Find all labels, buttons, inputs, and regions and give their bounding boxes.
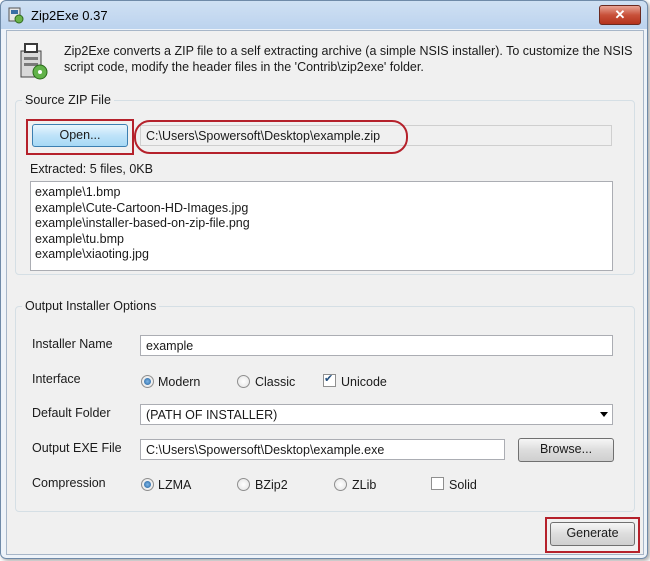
title-bar[interactable]: Zip2Exe 0.37 ✕ (1, 1, 647, 31)
compression-lzma-label[interactable]: LZMA (158, 478, 191, 492)
generate-button[interactable]: Generate (550, 522, 635, 546)
compression-zlib-label[interactable]: ZLib (352, 478, 376, 492)
source-zip-legend: Source ZIP File (25, 93, 111, 107)
interface-modern-radio[interactable] (141, 375, 154, 388)
compression-zlib-radio[interactable] (334, 478, 347, 491)
output-exe-field[interactable]: C:\Users\Spowersoft\Desktop\example.exe (140, 439, 505, 460)
interface-classic-label[interactable]: Classic (255, 375, 295, 389)
output-options-legend: Output Installer Options (25, 299, 157, 313)
list-item[interactable]: example\xiaoting.jpg (35, 247, 608, 263)
interface-classic-radio[interactable] (237, 375, 250, 388)
default-folder-value: (PATH OF INSTALLER) (146, 408, 278, 422)
output-exe-label: Output EXE File (32, 441, 122, 455)
interface-label: Interface (32, 372, 81, 386)
app-window: Zip2Exe 0.37 ✕ Zip2Exe converts a ZIP fi… (0, 0, 648, 559)
installer-name-field[interactable]: example (140, 335, 613, 356)
solid-label[interactable]: Solid (449, 478, 477, 492)
compression-lzma-radio[interactable] (141, 478, 154, 491)
list-item[interactable]: example\installer-based-on-zip-file.png (35, 216, 608, 232)
zip2exe-app-icon (8, 7, 24, 24)
zip-path-highlight (134, 120, 408, 154)
browse-button[interactable]: Browse... (518, 438, 614, 462)
interface-modern-label[interactable]: Modern (158, 375, 200, 389)
chevron-down-icon[interactable] (600, 412, 608, 417)
unicode-checkbox[interactable] (323, 372, 336, 387)
window-title: Zip2Exe 0.37 (31, 8, 108, 23)
list-item[interactable]: example\Cute-Cartoon-HD-Images.jpg (35, 201, 608, 217)
open-button[interactable]: Open... (32, 124, 128, 147)
installer-name-label: Installer Name (32, 337, 113, 351)
extracted-status: Extracted: 5 files, 0KB (30, 162, 153, 176)
compression-label: Compression (32, 476, 106, 490)
dialog-body: Zip2Exe converts a ZIP file to a self ex… (6, 30, 644, 555)
default-folder-dropdown[interactable]: (PATH OF INSTALLER) (140, 404, 613, 425)
installer-package-icon (20, 43, 48, 80)
description-text: Zip2Exe converts a ZIP file to a self ex… (64, 44, 633, 74)
solid-checkbox[interactable] (431, 477, 444, 490)
list-item[interactable]: example\tu.bmp (35, 232, 608, 248)
default-folder-label: Default Folder (32, 406, 111, 420)
compression-bzip2-label[interactable]: BZip2 (255, 478, 288, 492)
list-item[interactable]: example\1.bmp (35, 185, 608, 201)
extracted-file-list[interactable]: example\1.bmp example\Cute-Cartoon-HD-Im… (30, 181, 613, 271)
unicode-label[interactable]: Unicode (341, 375, 387, 389)
compression-bzip2-radio[interactable] (237, 478, 250, 491)
close-button[interactable]: ✕ (599, 5, 641, 25)
